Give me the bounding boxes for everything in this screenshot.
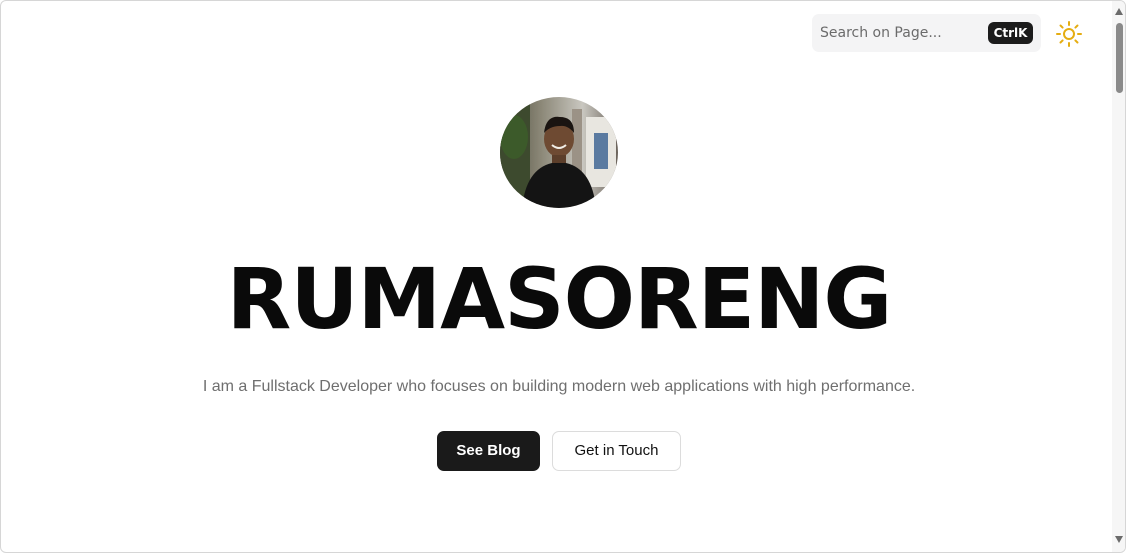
tagline: I am a Fullstack Developer who focuses o…	[202, 378, 916, 395]
sun-icon	[1056, 21, 1082, 47]
see-blog-button[interactable]: See Blog	[437, 431, 540, 471]
search-placeholder: Search on Page...	[820, 25, 942, 41]
theme-toggle-button[interactable]	[1055, 20, 1083, 48]
scroll-down-arrow-icon[interactable]	[1115, 536, 1123, 543]
page-title: RUMASORENG	[226, 250, 893, 348]
scroll-thumb[interactable]	[1116, 23, 1123, 93]
search-input[interactable]: Search on Page... CtrlK	[812, 14, 1041, 52]
vertical-scrollbar[interactable]	[1112, 1, 1125, 552]
scroll-up-arrow-icon[interactable]	[1115, 8, 1123, 15]
page-content: Search on Page... CtrlK RUMASORENG I am …	[1, 1, 1112, 552]
avatar	[500, 97, 618, 208]
search-shortcut-badge: CtrlK	[988, 22, 1033, 44]
browser-viewport: Search on Page... CtrlK RUMASORENG I am …	[0, 0, 1126, 553]
profile-photo-image	[500, 97, 618, 208]
get-in-touch-button[interactable]: Get in Touch	[552, 431, 681, 471]
